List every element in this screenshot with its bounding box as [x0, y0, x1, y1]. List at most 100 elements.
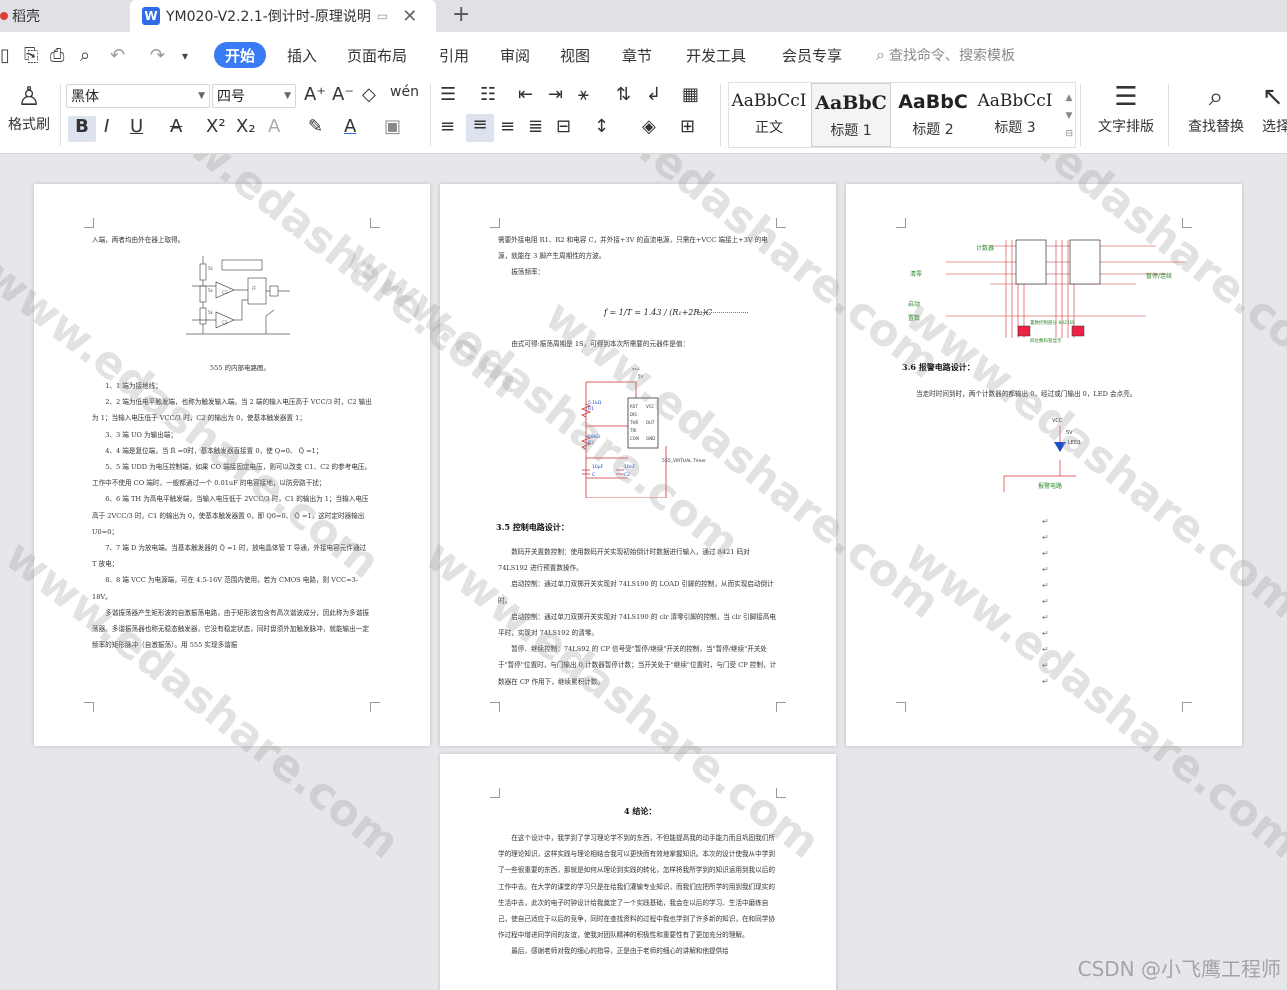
align-right-icon[interactable]: ≡: [500, 116, 515, 137]
page1-para: 1、1 端为接地线；: [105, 382, 162, 390]
menu-start[interactable]: 开始: [214, 42, 266, 68]
page1-para: 7、7 端 D 为放电端。当基本触发器的 Q̄ =1 时，放电晶体管 T 导通，…: [92, 544, 367, 569]
page2-para: 暂停、继续控制：74LS92 的 CP 信号受"暂停/继续"开关的控制，当"暂停…: [498, 645, 777, 686]
menu-insert[interactable]: 插入: [287, 45, 317, 66]
csdn-watermark: CSDN @小飞鹰工程师: [1077, 957, 1281, 981]
increase-indent-icon[interactable]: ⇥: [548, 84, 563, 105]
style-heading-3[interactable]: AaBbCcI 标题 3: [975, 83, 1055, 147]
phonetic-icon[interactable]: wén: [390, 84, 419, 100]
export-icon[interactable]: ⎘: [24, 45, 38, 66]
page1-body: 1、1 端为接地线； 2、2 端为低电平触发端，也称为触发输入端。当 2 端的输…: [92, 378, 372, 653]
redo-icon[interactable]: ↷: [150, 45, 165, 66]
close-icon[interactable]: ✕: [402, 6, 417, 27]
page-3[interactable]: 清零 启动 置数 计数器 暂停/连续 置数控制部分 8421码 四位数码管显示 …: [846, 184, 1242, 746]
style-heading-1[interactable]: AaBbC 标题 1: [811, 83, 891, 147]
page2-intro: 需要外接电阻 R1、R2 和电容 C，并外接+3V 的直流电源，只需在+VCC …: [498, 232, 778, 281]
paragraph-mark-icon[interactable]: ↲: [646, 84, 661, 105]
menu-developer[interactable]: 开发工具: [686, 45, 746, 66]
italic-icon[interactable]: I: [104, 116, 109, 137]
tab-document[interactable]: W YM020-V2.2.1-倒计时-原理说明 ▭ ✕: [130, 0, 436, 32]
menu-chapter[interactable]: 章节: [622, 45, 652, 66]
page-1[interactable]: 入端，两者均由外在器上取得。 5k 5k 5k C1 C2 FF 555 的内部…: [34, 184, 430, 746]
subscript-icon[interactable]: X₂: [236, 116, 256, 137]
menu-member[interactable]: 会员专享: [782, 45, 842, 66]
font-size-select[interactable]: 四号 ▼: [212, 84, 296, 108]
underline-icon[interactable]: U: [130, 116, 143, 137]
find-replace-button[interactable]: ⌕ 查找替换: [1180, 82, 1252, 136]
format-brush-button[interactable]: ♙ 格式刷: [4, 82, 54, 134]
clear-format-icon[interactable]: ◇: [362, 84, 376, 105]
separator: [60, 84, 61, 146]
svg-text:5V: 5V: [638, 374, 644, 379]
decrease-indent-icon[interactable]: ⇤: [518, 84, 533, 105]
page2-freq-label: 振荡频率：: [511, 268, 545, 277]
svg-text:C2: C2: [222, 320, 228, 325]
page-4[interactable]: 4 结论： 在这个设计中，我学到了学习理论学不到的东西，不但能提高我的动手能力而…: [440, 754, 836, 990]
char-border-icon[interactable]: ▣: [384, 116, 401, 137]
alarm-label: 报警电路: [1038, 482, 1062, 490]
corner-mark: [84, 702, 94, 712]
alarm-vcc: VCC: [1052, 418, 1063, 424]
alarm-volt: 5V: [1066, 430, 1073, 436]
tool-row: ♙ 格式刷 黑体 ▼ 四号 ▼ A⁺ A⁻ ◇ wén B I U A X² X…: [0, 78, 1287, 154]
print-preview-icon[interactable]: ⌕: [80, 45, 90, 66]
numbered-list-icon[interactable]: ☷: [480, 84, 496, 105]
menu-layout[interactable]: 页面布局: [347, 45, 407, 66]
distribute-icon[interactable]: ⊟: [556, 116, 571, 137]
style-name: 正文: [755, 120, 783, 136]
countdown-circuit-schematic: 清零 启动 置数 计数器 暂停/连续 置数控制部分 8421码 四位数码管显示: [908, 239, 1186, 344]
shading-icon[interactable]: ◈: [642, 116, 656, 137]
menu-references[interactable]: 引用: [439, 45, 469, 66]
border-icon[interactable]: ⊞: [680, 116, 695, 137]
svg-text:THR: THR: [629, 420, 638, 425]
sort-icon[interactable]: ⇅: [616, 84, 631, 105]
svg-text:DIS: DIS: [630, 412, 637, 417]
bold-icon[interactable]: B: [68, 116, 96, 142]
justify-icon[interactable]: ≣: [528, 116, 543, 137]
customize-icon[interactable]: ▾: [182, 49, 188, 63]
document-area[interactable]: 入端，两者均由外在器上取得。 5k 5k 5k C1 C2 FF 555 的内部…: [0, 154, 1287, 990]
svg-text:68kΩ: 68kΩ: [588, 434, 600, 440]
style-heading-2[interactable]: AaBbC 标题 2: [893, 83, 973, 147]
paragraph-marks: ↵ ↵ ↵ ↵ ↵ ↵ ↵ ↵ ↵ ↵ ↵: [1042, 517, 1049, 686]
style-scroll[interactable]: ▲ ▼ ⊟: [1065, 89, 1073, 143]
shrink-font-icon[interactable]: A⁻: [332, 84, 354, 105]
page1-intro: 入端，两者均由外在器上取得。: [92, 236, 185, 244]
select-button[interactable]: ↖ 选择: [1262, 82, 1287, 136]
page1-para: 6、6 端 TH 为高电平触发端，当输入电压低于 2VCC/3 时，C1 的输出…: [92, 495, 369, 536]
page-2[interactable]: 需要外接电阻 R1、R2 和电容 C，并外接+3V 的直流电源，只需在+VCC …: [440, 184, 836, 746]
format-brush-label: 格式刷: [8, 117, 50, 133]
style-normal[interactable]: AaBbCcI 正文: [729, 83, 809, 147]
separator: [720, 84, 721, 146]
line-spacing-icon[interactable]: ↕: [594, 116, 609, 137]
text-effect-icon[interactable]: A: [268, 116, 280, 137]
print-icon[interactable]: ⎙: [50, 45, 64, 66]
svg-text:RST: RST: [630, 404, 638, 409]
tab-daoke[interactable]: 稻壳: [0, 0, 130, 32]
text-layout-button[interactable]: ☰ 文字排版: [1090, 82, 1162, 136]
align-left-icon[interactable]: ≡: [440, 116, 455, 137]
highlight-icon[interactable]: ✎: [308, 116, 323, 137]
svg-text:TRI: TRI: [629, 428, 636, 433]
grow-font-icon[interactable]: A⁺: [304, 84, 326, 105]
style-sample: AaBbC: [815, 92, 887, 114]
command-search[interactable]: ⌕ 查找命令、搜索模板: [876, 45, 1015, 65]
ruler-icon[interactable]: ▦: [682, 84, 699, 105]
cursor-icon: ↖: [1262, 82, 1284, 112]
align-center-icon[interactable]: ≡: [466, 114, 494, 142]
corner-mark: [490, 218, 500, 228]
bullet-list-icon[interactable]: ☰: [440, 84, 456, 105]
chinese-layout-icon[interactable]: ⚹: [578, 84, 589, 105]
strikethrough-icon[interactable]: A: [170, 116, 182, 137]
font-family-select[interactable]: 黑体 ▼: [66, 84, 210, 108]
undo-icon[interactable]: ↶: [110, 45, 125, 66]
menu-view[interactable]: 视图: [560, 45, 590, 66]
superscript-icon[interactable]: X²: [206, 116, 226, 137]
chevron-down-icon: ▼: [284, 91, 291, 101]
page1-para: 2、2 端为低电平触发端，也称为触发输入端。当 2 端的输入电压高于 VCC/3…: [92, 398, 372, 423]
label-clear: 清零: [910, 270, 922, 278]
save-icon[interactable]: ▯: [0, 45, 10, 66]
menu-review[interactable]: 审阅: [500, 45, 530, 66]
font-color-icon[interactable]: A: [344, 116, 356, 137]
new-tab-icon[interactable]: +: [452, 2, 470, 27]
